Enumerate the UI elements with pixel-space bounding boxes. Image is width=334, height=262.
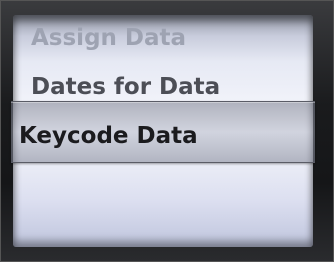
picker-option-assign-data[interactable]: Assign Data <box>31 19 313 57</box>
picker-option-keycode-data-selected[interactable]: Keycode Data <box>19 117 333 155</box>
picker-frame: Assign Data Dates for Data Keycode Data <box>0 0 334 262</box>
